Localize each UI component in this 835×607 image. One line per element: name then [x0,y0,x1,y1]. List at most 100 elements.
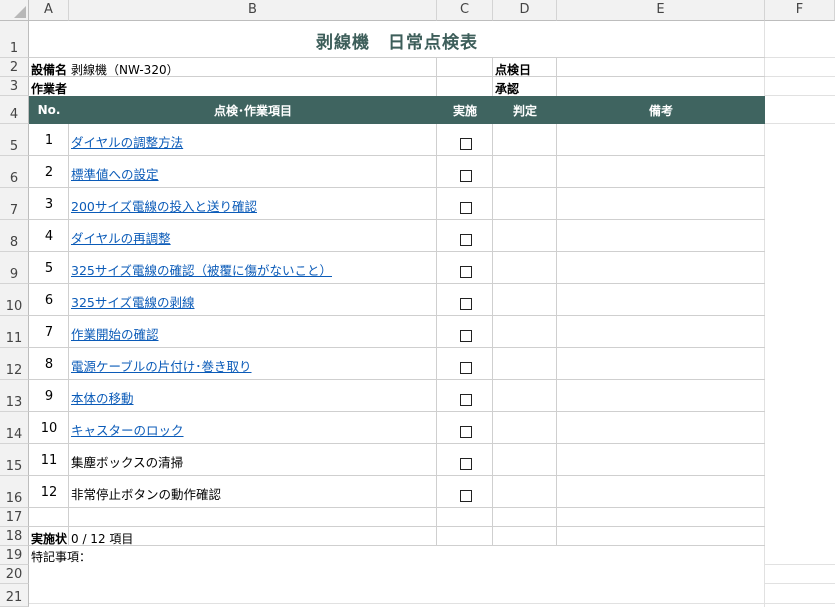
gridline [492,57,493,96]
row-header-8[interactable]: 8 [0,220,29,252]
select-all-corner[interactable] [0,0,29,21]
row-header-21[interactable]: 21 [0,584,29,607]
column-header-d[interactable]: D [493,0,557,21]
row-number: 2 [44,165,54,180]
approval-label: 承認 [495,82,520,96]
done-checkbox[interactable] [460,426,472,438]
gridline [765,564,835,565]
row-header-7[interactable]: 7 [0,188,29,220]
gridline [29,187,765,188]
gridline [29,57,765,58]
gridline [29,251,765,252]
gridline [29,507,765,508]
gridline [436,508,437,546]
gridline [29,443,765,444]
notes-label: 特記事項： [31,550,92,564]
gridline [492,508,493,546]
header-judge: 判定 [493,96,557,124]
item-link[interactable]: ダイヤルの調整方法 [71,132,183,151]
done-checkbox[interactable] [460,362,472,374]
item-link[interactable]: 電源ケーブルの片付け･巻き取り [71,356,252,375]
row-header-9[interactable]: 9 [0,252,29,284]
row-number: 10 [40,421,58,436]
header-done: 実施 [437,96,493,124]
row-number: 8 [44,357,54,372]
worker-label: 作業者 [31,82,68,96]
row-header-4[interactable]: 4 [0,96,29,124]
row-header-5[interactable]: 5 [0,124,29,156]
done-checkbox[interactable] [460,394,472,406]
done-checkbox[interactable] [460,170,472,182]
row-number: 7 [44,325,54,340]
row-header-14[interactable]: 14 [0,412,29,444]
column-header-b[interactable]: B [69,0,437,21]
inspection-date-cell[interactable] [558,60,763,76]
gridline [556,124,557,508]
row-header-19[interactable]: 19 [0,546,29,565]
header-item: 点検･作業項目 [69,96,437,124]
row-header-1[interactable]: 1 [0,21,29,58]
done-checkbox[interactable] [460,266,472,278]
column-header-c[interactable]: C [437,0,493,21]
item-link[interactable]: 標準値への設定 [71,164,159,183]
gridline [68,124,69,508]
row-number: 3 [44,197,54,212]
column-header-a[interactable]: A [29,0,69,21]
row-number: 11 [40,453,58,468]
row-number: 4 [44,229,54,244]
gridline [29,155,765,156]
row-header-6[interactable]: 6 [0,156,29,188]
column-header-f[interactable]: F [765,0,835,21]
column-header-e[interactable]: E [557,0,765,21]
done-checkbox[interactable] [460,234,472,246]
row-header-11[interactable]: 11 [0,316,29,348]
row-number: 6 [44,293,54,308]
row-header-15[interactable]: 15 [0,444,29,476]
gridline [29,545,765,546]
gridline [29,315,765,316]
item-link[interactable]: 200サイズ電線の投入と送り確認 [71,196,257,215]
row-header-13[interactable]: 13 [0,380,29,412]
gridline [556,508,557,546]
item-text: 集塵ボックスの清掃 [71,455,184,470]
done-checkbox[interactable] [460,298,472,310]
notes-area[interactable] [31,564,761,602]
row-number: 1 [44,133,54,148]
row-header-12[interactable]: 12 [0,348,29,380]
done-checkbox[interactable] [460,330,472,342]
header-no: No. [29,96,69,124]
row-header-17[interactable]: 17 [0,508,29,527]
gridline [436,57,437,96]
done-checkbox[interactable] [460,458,472,470]
header-remarks: 備考 [557,96,765,124]
gridline [29,411,765,412]
item-link[interactable]: 325サイズ電線の確認（被覆に傷がないこと） [71,260,332,279]
row-header-16[interactable]: 16 [0,476,29,508]
worker-cell[interactable] [71,79,435,95]
item-link[interactable]: 作業開始の確認 [71,324,159,343]
gridline [29,379,765,380]
item-text: 非常停止ボタンの動作確認 [71,487,222,502]
item-link[interactable]: 本体の移動 [71,388,134,407]
sheet-title: 剥線機 日常点検表 [316,33,478,53]
gridline [765,123,835,124]
row-header-2[interactable]: 2 [0,58,29,77]
approval-cell[interactable] [558,79,763,95]
gridline [29,603,835,604]
row-header-18[interactable]: 18 [0,527,29,546]
done-checkbox[interactable] [460,202,472,214]
item-link[interactable]: 325サイズ電線の剥線 [71,292,194,311]
gridline [29,219,765,220]
row-header-3[interactable]: 3 [0,77,29,96]
row-header-20[interactable]: 20 [0,565,29,584]
gridline [68,508,69,546]
gridline [29,526,765,527]
row-header-10[interactable]: 10 [0,284,29,316]
item-link[interactable]: ダイヤルの再調整 [71,228,171,247]
row-number: 5 [44,261,54,276]
gridline [29,76,765,77]
item-link[interactable]: キャスターのロック [71,420,184,439]
done-checkbox[interactable] [460,138,472,150]
gridline [29,283,765,284]
done-checkbox[interactable] [460,490,472,502]
